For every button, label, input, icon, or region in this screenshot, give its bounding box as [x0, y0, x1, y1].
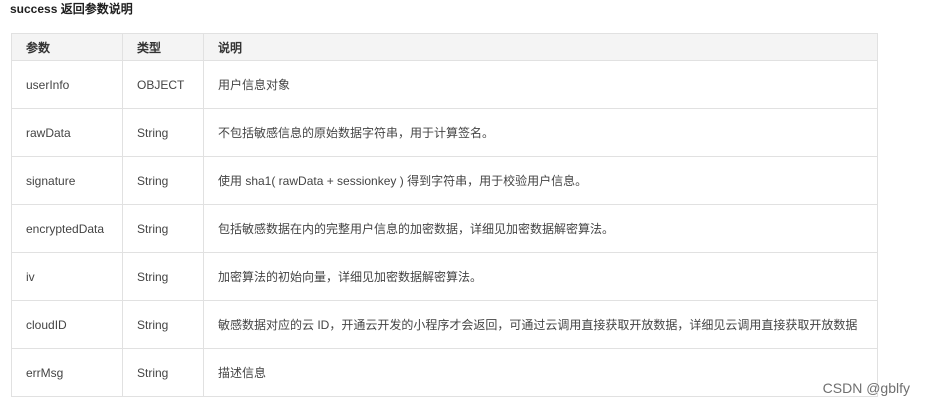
- table-row: userInfo OBJECT 用户信息对象: [11, 60, 878, 109]
- header-desc: 说明: [203, 33, 878, 61]
- table-row: errMsg String 描述信息: [11, 348, 878, 397]
- param-type: String: [122, 204, 204, 253]
- param-type: String: [122, 108, 204, 157]
- header-row: 参数 类型 说明: [11, 33, 878, 61]
- param-name: cloudID: [11, 300, 123, 349]
- param-type: String: [122, 348, 204, 397]
- param-type: String: [122, 252, 204, 301]
- params-table-body: userInfo OBJECT 用户信息对象 rawData String 不包…: [11, 60, 878, 397]
- param-name: encryptedData: [11, 204, 123, 253]
- param-desc: 使用 sha1( rawData + sessionkey ) 得到字符串，用于…: [203, 156, 878, 205]
- param-type: OBJECT: [122, 60, 204, 109]
- param-desc: 描述信息: [203, 348, 878, 397]
- param-desc: 包括敏感数据在内的完整用户信息的加密数据，详细见加密数据解密算法。: [203, 204, 878, 253]
- param-name: signature: [11, 156, 123, 205]
- param-desc: 敏感数据对应的云 ID，开通云开发的小程序才会返回，可通过云调用直接获取开放数据…: [203, 300, 878, 349]
- params-table-header: 参数 类型 说明: [11, 33, 878, 61]
- param-desc: 用户信息对象: [203, 60, 878, 109]
- param-name: rawData: [11, 108, 123, 157]
- param-desc: 加密算法的初始向量，详细见加密数据解密算法。: [203, 252, 878, 301]
- table-row: cloudID String 敏感数据对应的云 ID，开通云开发的小程序才会返回…: [11, 300, 878, 349]
- param-desc: 不包括敏感信息的原始数据字符串，用于计算签名。: [203, 108, 878, 157]
- param-name: userInfo: [11, 60, 123, 109]
- table-row: signature String 使用 sha1( rawData + sess…: [11, 156, 878, 205]
- param-type: String: [122, 156, 204, 205]
- header-type: 类型: [122, 33, 204, 61]
- param-name: errMsg: [11, 348, 123, 397]
- section-title: success 返回参数说明: [10, 2, 133, 16]
- table-row: rawData String 不包括敏感信息的原始数据字符串，用于计算签名。: [11, 108, 878, 157]
- watermark: CSDN @gblfy: [822, 380, 910, 396]
- header-param: 参数: [11, 33, 123, 61]
- param-type: String: [122, 300, 204, 349]
- table-row: iv String 加密算法的初始向量，详细见加密数据解密算法。: [11, 252, 878, 301]
- params-table: 参数 类型 说明 userInfo OBJECT 用户信息对象 rawData …: [11, 33, 878, 397]
- param-name: iv: [11, 252, 123, 301]
- table-row: encryptedData String 包括敏感数据在内的完整用户信息的加密数…: [11, 204, 878, 253]
